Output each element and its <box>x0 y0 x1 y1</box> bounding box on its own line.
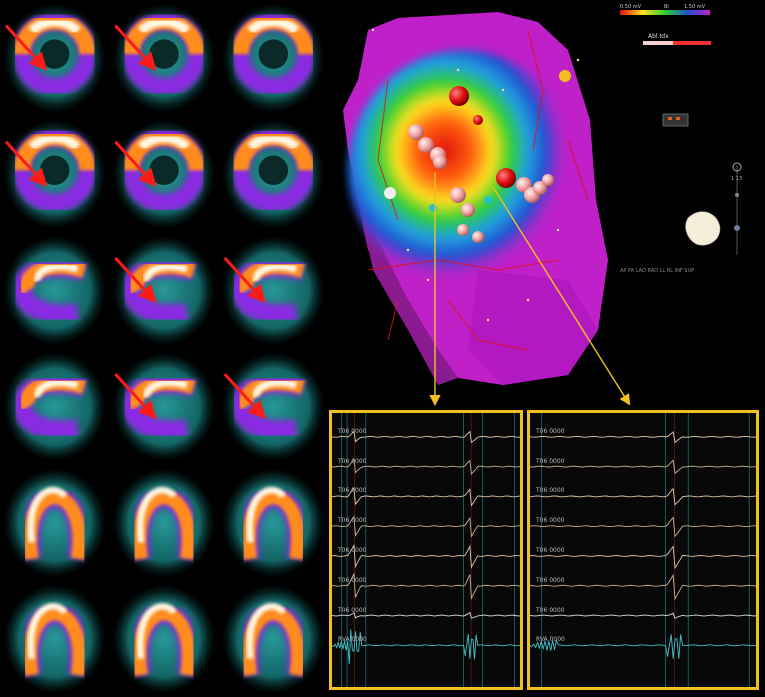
voltage-scale: 0.50 mV Bi 1.50 mV Abl.Idx <box>620 4 711 45</box>
trace-label: T06 0000 <box>338 606 367 614</box>
view-labels: AP PA LAO RAO LL RL INF SUP <box>620 268 694 274</box>
trace-label: T06 0000 <box>536 457 565 465</box>
trace-label: RVA 0000 <box>536 636 565 644</box>
electrogram-panel-left: T06 0000 T06 0000 T06 0000 T06 0000 T06 0000… <box>329 410 523 690</box>
scale-low-label: 0.50 mV <box>620 4 642 10</box>
spect-panel <box>0 0 328 697</box>
trace-label: T06 0000 <box>536 576 565 584</box>
spect-grid <box>3 3 325 694</box>
spect-slice <box>3 351 107 462</box>
voltage-map: 0.50 mV Bi 1.50 mV Abl.Idx 1 13 AP PA LA… <box>343 4 742 407</box>
trace-label: T06 0000 <box>338 546 367 554</box>
spect-slice <box>3 584 107 694</box>
trace-label: T06 0000 <box>536 546 565 554</box>
trace-label: T06 0000 <box>338 487 367 495</box>
spect-slice <box>221 468 325 578</box>
spect-slice <box>112 468 216 578</box>
egm-trace <box>332 629 520 665</box>
spect-slice <box>3 468 107 578</box>
map-chip <box>662 113 689 127</box>
spect-slice <box>221 351 325 462</box>
ablation-index-label: Abl.Idx <box>648 33 669 40</box>
spect-slice <box>112 584 216 694</box>
trace-label: T06 0000 <box>338 576 367 584</box>
trace-label: T06 0000 <box>536 606 565 614</box>
trace-label: T06 0000 <box>338 427 367 435</box>
scale-mid-label: Bi <box>664 4 669 10</box>
scale-high-label: 1.50 mV <box>684 4 706 10</box>
spect-slice <box>221 3 325 113</box>
spect-slice <box>3 235 107 346</box>
electrogram-panel-right: T06 0000 T06 0000 T06 0000 T06 0000 T06 0000… <box>527 410 759 690</box>
spect-slice <box>112 351 216 462</box>
trace-label: T06 0000 <box>338 457 367 465</box>
spect-slice <box>3 3 107 113</box>
spect-slice <box>221 119 325 229</box>
spect-slice <box>3 119 107 229</box>
spect-slice <box>221 584 325 694</box>
spect-slice <box>112 3 216 113</box>
trace-label: T06 0000 <box>536 427 565 435</box>
spect-slice <box>221 235 325 346</box>
egm-trace <box>530 612 756 619</box>
orientation-widget: 1 13 <box>685 162 742 255</box>
electroanatomic-map-panel: 0.50 mV Bi 1.50 mV Abl.Idx 1 13 AP PA LA… <box>328 0 765 697</box>
spect-slice <box>112 119 216 229</box>
trace-label: T06 0000 <box>338 517 367 525</box>
trace-label: T06 0000 <box>536 487 565 495</box>
spect-slice <box>112 235 216 346</box>
voltage-gradient <box>348 50 578 290</box>
trace-label: RVA 0000 <box>338 636 367 644</box>
trace-label: T06 0000 <box>536 517 565 525</box>
counter-label: 1 13 <box>731 176 742 182</box>
